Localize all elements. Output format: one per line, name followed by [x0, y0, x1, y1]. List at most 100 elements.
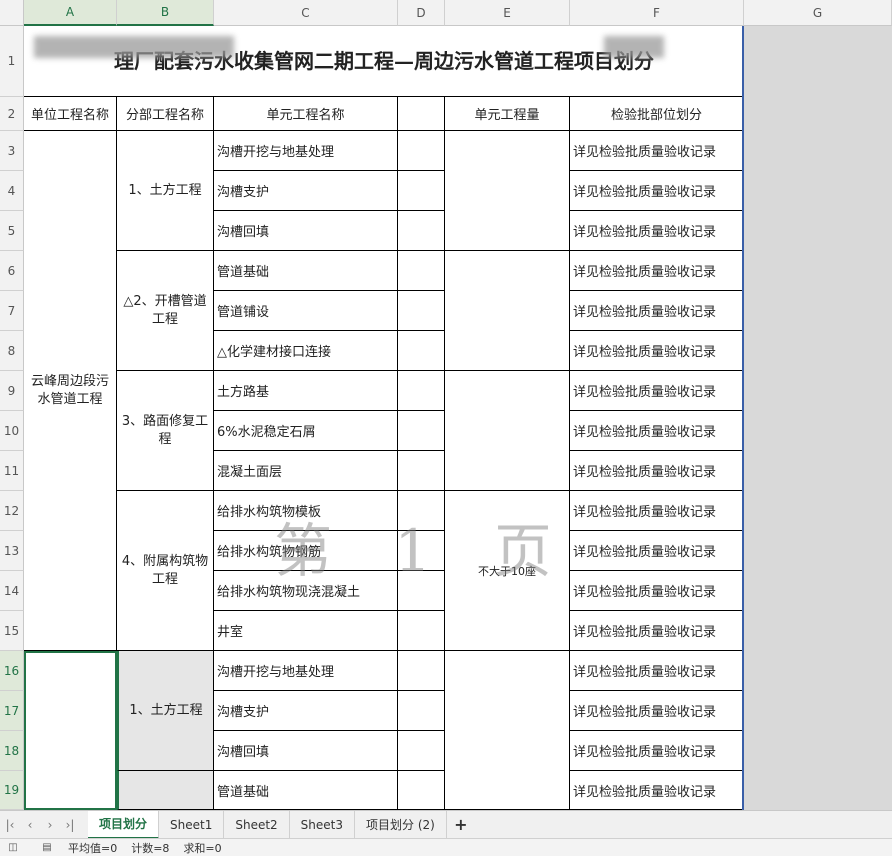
inspection-cell[interactable]: 详见检验批质量验收记录: [570, 251, 744, 291]
inspection-cell[interactable]: 详见检验批质量验收记录: [570, 771, 744, 810]
element-cell[interactable]: 给排水构筑物钢筋: [214, 531, 398, 571]
tab-project-division-2[interactable]: 项目划分 (2): [355, 810, 447, 839]
header-element-project[interactable]: 单元工程名称: [214, 97, 398, 131]
empty-cell[interactable]: [398, 611, 445, 651]
column-header-c[interactable]: C: [214, 0, 398, 26]
column-header-f[interactable]: F: [570, 0, 744, 26]
element-cell[interactable]: 井室: [214, 611, 398, 651]
row-header[interactable]: 15: [0, 611, 24, 651]
inspection-cell[interactable]: 详见检验批质量验收记录: [570, 411, 744, 451]
column-header-a[interactable]: A: [24, 0, 117, 26]
element-cell[interactable]: 沟槽回填: [214, 211, 398, 251]
sub-project-road-repair[interactable]: 3、路面修复工程: [117, 371, 214, 491]
header-unit-project[interactable]: 单位工程名称: [24, 97, 117, 131]
empty-cell[interactable]: [398, 651, 445, 691]
row-header[interactable]: 3: [0, 131, 24, 171]
row-header[interactable]: 19: [0, 771, 24, 810]
qty-cell[interactable]: [445, 371, 570, 491]
empty-cell[interactable]: [398, 451, 445, 491]
last-sheet-icon[interactable]: ›|: [60, 811, 80, 839]
tab-project-division[interactable]: 项目划分: [88, 810, 160, 839]
add-sheet-button[interactable]: +: [447, 811, 475, 839]
element-cell[interactable]: △化学建材接口连接: [214, 331, 398, 371]
header-sub-project[interactable]: 分部工程名称: [117, 97, 214, 131]
qty-cell[interactable]: [445, 131, 570, 251]
empty-cell[interactable]: [398, 331, 445, 371]
unit-project-cell[interactable]: 云峰周边段污水管道工程: [24, 131, 117, 651]
page-layout-icon[interactable]: ▤: [40, 842, 54, 854]
select-all-corner[interactable]: [0, 0, 24, 26]
worksheet-grid[interactable]: 理厂配套污水收集管网二期工程—周边污水管道工程项目划分 单位工程名称 分部工程名…: [24, 26, 744, 810]
element-cell[interactable]: 6%水泥稳定石屑: [214, 411, 398, 451]
empty-cell[interactable]: [398, 291, 445, 331]
row-header[interactable]: 14: [0, 571, 24, 611]
inspection-cell[interactable]: 详见检验批质量验收记录: [570, 371, 744, 411]
element-cell[interactable]: 沟槽回填: [214, 731, 398, 771]
empty-cell[interactable]: [398, 731, 445, 771]
empty-cell[interactable]: [398, 171, 445, 211]
sub-project-structures[interactable]: 4、附属构筑物工程: [117, 491, 214, 651]
inspection-cell[interactable]: 详见检验批质量验收记录: [570, 491, 744, 531]
empty-cell[interactable]: [398, 371, 445, 411]
row-header[interactable]: 6: [0, 251, 24, 291]
inspection-cell[interactable]: 详见检验批质量验收记录: [570, 211, 744, 251]
empty-cell[interactable]: [398, 491, 445, 531]
header-empty-d[interactable]: [398, 97, 445, 131]
empty-cell[interactable]: [398, 131, 445, 171]
row-header[interactable]: 4: [0, 171, 24, 211]
row-header[interactable]: 9: [0, 371, 24, 411]
inspection-cell[interactable]: 详见检验批质量验收记录: [570, 571, 744, 611]
header-inspection[interactable]: 检验批部位划分: [570, 97, 744, 131]
sub-project-earthwork-2[interactable]: 1、土方工程: [117, 651, 214, 771]
inspection-cell[interactable]: 详见检验批质量验收记录: [570, 131, 744, 171]
row-header[interactable]: 2: [0, 97, 24, 131]
element-cell[interactable]: 沟槽支护: [214, 691, 398, 731]
empty-cell[interactable]: [398, 531, 445, 571]
empty-cell[interactable]: [398, 691, 445, 731]
inspection-cell[interactable]: 详见检验批质量验收记录: [570, 731, 744, 771]
tab-sheet2[interactable]: Sheet2: [224, 810, 290, 839]
empty-cell[interactable]: [398, 571, 445, 611]
sub-project-earthwork[interactable]: 1、土方工程: [117, 131, 214, 251]
row-header[interactable]: 8: [0, 331, 24, 371]
qty-cell[interactable]: [445, 651, 570, 810]
element-cell[interactable]: 管道基础: [214, 251, 398, 291]
element-cell[interactable]: 混凝土面层: [214, 451, 398, 491]
row-header[interactable]: 11: [0, 451, 24, 491]
element-cell[interactable]: 管道基础: [214, 771, 398, 810]
element-cell[interactable]: 土方路基: [214, 371, 398, 411]
tab-sheet1[interactable]: Sheet1: [159, 810, 225, 839]
row-header[interactable]: 5: [0, 211, 24, 251]
first-sheet-icon[interactable]: |‹: [0, 811, 20, 839]
row-header[interactable]: 10: [0, 411, 24, 451]
header-element-qty[interactable]: 单元工程量: [445, 97, 570, 131]
element-cell[interactable]: 给排水构筑物模板: [214, 491, 398, 531]
inspection-cell[interactable]: 详见检验批质量验收记录: [570, 291, 744, 331]
sub-project-empty[interactable]: [117, 771, 214, 810]
selected-unit-project-cell[interactable]: [24, 651, 117, 810]
inspection-cell[interactable]: 详见检验批质量验收记录: [570, 331, 744, 371]
row-header[interactable]: 18: [0, 731, 24, 771]
inspection-cell[interactable]: 详见检验批质量验收记录: [570, 611, 744, 651]
row-header[interactable]: 13: [0, 531, 24, 571]
column-header-b[interactable]: B: [117, 0, 214, 26]
qty-structures-cell[interactable]: 不大于10座: [445, 491, 570, 651]
column-header-d[interactable]: D: [398, 0, 445, 26]
column-header-e[interactable]: E: [445, 0, 570, 26]
element-cell[interactable]: 沟槽开挖与地基处理: [214, 651, 398, 691]
column-header-g[interactable]: G: [744, 0, 892, 26]
empty-cell[interactable]: [398, 251, 445, 291]
inspection-cell[interactable]: 详见检验批质量验收记录: [570, 171, 744, 211]
inspection-cell[interactable]: 详见检验批质量验收记录: [570, 691, 744, 731]
next-sheet-icon[interactable]: ›: [40, 811, 60, 839]
inspection-cell[interactable]: 详见检验批质量验收记录: [570, 651, 744, 691]
element-cell[interactable]: 沟槽开挖与地基处理: [214, 131, 398, 171]
sub-project-pipeline[interactable]: △2、开槽管道工程: [117, 251, 214, 371]
empty-cell[interactable]: [398, 211, 445, 251]
prev-sheet-icon[interactable]: ‹: [20, 811, 40, 839]
empty-cell[interactable]: [398, 411, 445, 451]
element-cell[interactable]: 给排水构筑物现浇混凝土: [214, 571, 398, 611]
element-cell[interactable]: 沟槽支护: [214, 171, 398, 211]
tab-sheet3[interactable]: Sheet3: [290, 810, 355, 839]
empty-cell[interactable]: [398, 771, 445, 810]
